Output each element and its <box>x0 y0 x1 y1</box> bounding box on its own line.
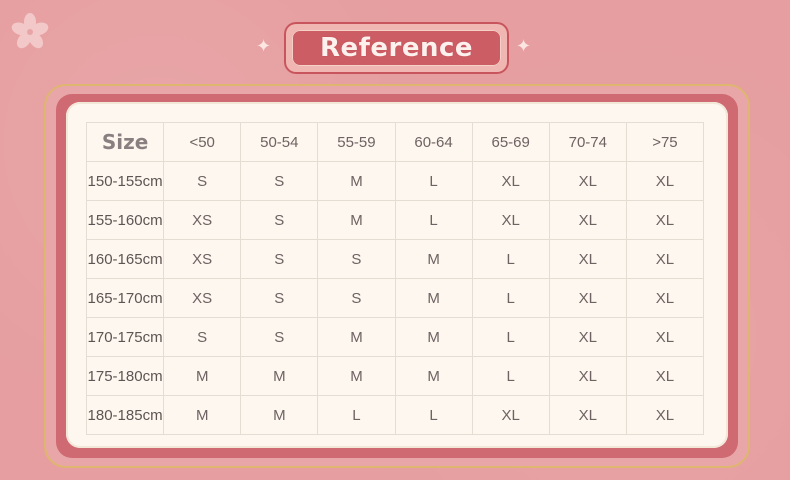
size-cell: L <box>471 356 550 396</box>
size-cell: XL <box>625 200 705 240</box>
sparkle-right-icon: ✦ <box>516 36 532 57</box>
size-cell: S <box>163 161 242 201</box>
table-row: 180-185cm M M L L XL XL XL <box>85 395 705 435</box>
size-cell: XS <box>163 278 242 318</box>
size-cell: M <box>240 356 319 396</box>
size-cell: S <box>240 200 319 240</box>
size-cell: L <box>394 395 473 435</box>
weight-column-header: 55-59 <box>317 122 396 162</box>
size-cell: XL <box>625 317 705 357</box>
size-cell: XL <box>625 278 705 318</box>
height-row-header: 165-170cm <box>85 278 165 318</box>
size-cell: S <box>240 278 319 318</box>
size-cell: S <box>317 278 396 318</box>
size-cell: XL <box>471 395 550 435</box>
sparkle-left-icon: ✦ <box>256 36 272 57</box>
table-row: 175-180cm M M M M L XL XL <box>85 356 705 396</box>
height-row-header: 175-180cm <box>85 356 165 396</box>
size-cell: XL <box>548 278 627 318</box>
size-cell: L <box>471 239 550 279</box>
size-cell: XL <box>625 161 705 201</box>
title-banner-inner: Reference <box>292 30 501 66</box>
size-cell: M <box>163 356 242 396</box>
size-cell: XL <box>548 161 627 201</box>
size-cell: XL <box>548 200 627 240</box>
size-cell: XL <box>548 395 627 435</box>
table-row: 155-160cm XS S M L XL XL XL <box>85 200 705 240</box>
page-title: Reference <box>319 33 474 63</box>
size-cell: XS <box>163 200 242 240</box>
size-cell: M <box>394 356 473 396</box>
size-cell: XL <box>548 239 627 279</box>
height-row-header: 155-160cm <box>85 200 165 240</box>
size-cell: S <box>240 161 319 201</box>
size-cell: S <box>163 317 242 357</box>
table-row: 170-175cm S S M M L XL XL <box>85 317 705 357</box>
size-cell: S <box>240 239 319 279</box>
weight-column-header: >75 <box>625 122 705 162</box>
size-cell: M <box>394 317 473 357</box>
size-cell: L <box>394 200 473 240</box>
size-cell: M <box>394 239 473 279</box>
table-row: 165-170cm XS S S M L XL XL <box>85 278 705 318</box>
size-cell: XL <box>625 356 705 396</box>
size-cell: M <box>394 278 473 318</box>
size-cell: M <box>317 317 396 357</box>
size-cell: M <box>317 200 396 240</box>
size-cell: XL <box>625 239 705 279</box>
size-cell: M <box>240 395 319 435</box>
weight-column-header: 60-64 <box>394 122 473 162</box>
size-chart-table: Size <50 50-54 55-59 60-64 65-69 70-74 >… <box>85 122 705 435</box>
size-header: Size <box>85 122 165 162</box>
table-row: 160-165cm XS S S M L XL XL <box>85 239 705 279</box>
height-row-header: 150-155cm <box>85 161 165 201</box>
height-row-header: 160-165cm <box>85 239 165 279</box>
size-cell: M <box>317 161 396 201</box>
size-cell: XS <box>163 239 242 279</box>
size-cell: XL <box>548 356 627 396</box>
size-cell: S <box>317 239 396 279</box>
size-cell: L <box>471 317 550 357</box>
title-banner: Reference <box>284 22 509 74</box>
weight-column-header: 65-69 <box>471 122 550 162</box>
size-cell: M <box>317 356 396 396</box>
size-cell: XL <box>625 395 705 435</box>
size-cell: L <box>317 395 396 435</box>
weight-column-header: 50-54 <box>240 122 319 162</box>
header-row: Size <50 50-54 55-59 60-64 65-69 70-74 >… <box>85 122 705 162</box>
size-cell: S <box>240 317 319 357</box>
weight-column-header: 70-74 <box>548 122 627 162</box>
size-cell: L <box>471 278 550 318</box>
height-row-header: 180-185cm <box>85 395 165 435</box>
table-row: 150-155cm S S M L XL XL XL <box>85 161 705 201</box>
size-cell: XL <box>471 200 550 240</box>
size-cell: XL <box>548 317 627 357</box>
size-cell: XL <box>471 161 550 201</box>
cherry-blossom-icon <box>11 13 49 49</box>
height-row-header: 170-175cm <box>85 317 165 357</box>
size-cell: M <box>163 395 242 435</box>
size-cell: L <box>394 161 473 201</box>
weight-column-header: <50 <box>163 122 242 162</box>
